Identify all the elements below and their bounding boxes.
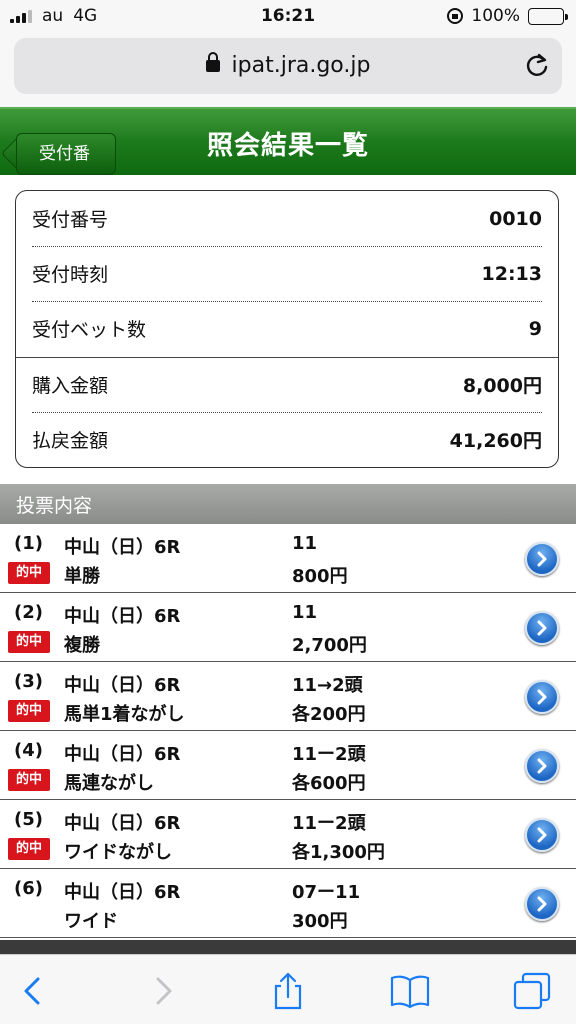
tabs-icon[interactable] bbox=[512, 971, 552, 1011]
bet-race: 中山（日）6R bbox=[64, 675, 181, 696]
back-button-label: 受付番号 bbox=[16, 133, 116, 204]
url-display[interactable]: ipat.jra.go.jp bbox=[14, 52, 562, 78]
bet-horse: 11→2頭 bbox=[292, 675, 363, 696]
payout-amount-value: 41,260円 bbox=[449, 430, 542, 452]
bet-horse: 11 bbox=[292, 602, 318, 623]
receipt-number-row: 受付番号 0010 bbox=[32, 191, 542, 246]
bet-number: (5) bbox=[14, 809, 43, 830]
chevron-right-icon[interactable] bbox=[525, 611, 559, 645]
bet-list-item[interactable]: (2) 中山（日）6R 11 的中 複勝 2,700円 bbox=[0, 593, 576, 662]
lock-icon bbox=[205, 52, 220, 72]
bet-amount: 各600円 bbox=[292, 773, 366, 794]
page-title: 照会結果一覧 bbox=[206, 131, 369, 161]
bet-race: 中山（日）6R bbox=[64, 606, 181, 627]
purchase-amount-row: 購入金額 8,000円 bbox=[32, 357, 542, 412]
hit-badge: 的中 bbox=[8, 700, 50, 722]
bet-list-item[interactable]: (3) 中山（日）6R 11→2頭 的中 馬単1着ながし 各200円 bbox=[0, 662, 576, 731]
bet-amount: 各200円 bbox=[292, 704, 366, 725]
back-icon[interactable] bbox=[14, 971, 54, 1011]
address-bar[interactable]: ipat.jra.go.jp bbox=[14, 38, 562, 94]
hit-badge: 的中 bbox=[8, 631, 50, 653]
bookmarks-icon[interactable] bbox=[390, 971, 430, 1011]
purchase-amount-label: 購入金額 bbox=[32, 375, 109, 397]
payout-amount-label: 払戻金額 bbox=[32, 430, 109, 452]
chevron-right-icon[interactable] bbox=[525, 680, 559, 714]
bet-list-item[interactable]: (6) 中山（日）6R 07ー11 ワイド 300円 bbox=[0, 869, 576, 938]
receipt-time-row: 受付時刻 12:13 bbox=[32, 246, 542, 301]
hit-badge: 的中 bbox=[8, 562, 50, 584]
chevron-right-icon[interactable] bbox=[525, 749, 559, 783]
battery-percent: 100% bbox=[471, 6, 520, 26]
chevron-right-icon[interactable] bbox=[525, 818, 559, 852]
bet-horse: 11ー2頭 bbox=[292, 813, 366, 834]
bet-amount: 300円 bbox=[292, 911, 348, 932]
receipt-time-value: 12:13 bbox=[481, 262, 542, 285]
bet-type: 馬単1着ながし bbox=[64, 704, 185, 725]
back-button[interactable]: 受付番号 bbox=[8, 121, 116, 204]
url-text: ipat.jra.go.jp bbox=[231, 53, 371, 78]
purchase-amount-value: 8,000円 bbox=[462, 375, 542, 397]
summary-card: 受付番号 0010 受付時刻 12:13 受付ベット数 9 購入金額 8,000… bbox=[15, 190, 559, 468]
bet-count-label: 受付ベット数 bbox=[32, 319, 147, 341]
page-footer-strip bbox=[0, 940, 576, 954]
bet-type: ワイド bbox=[64, 911, 118, 932]
chevron-right-icon[interactable] bbox=[525, 887, 559, 921]
bet-race: 中山（日）6R bbox=[64, 744, 181, 765]
bet-count-value: 9 bbox=[528, 317, 542, 340]
bet-race: 中山（日）6R bbox=[64, 813, 181, 834]
bet-type: ワイドながし bbox=[64, 842, 172, 863]
share-icon[interactable] bbox=[268, 971, 308, 1011]
receipt-time-label: 受付時刻 bbox=[32, 264, 109, 286]
bet-number: (3) bbox=[14, 671, 43, 692]
bet-race: 中山（日）6R bbox=[64, 537, 181, 558]
bet-horse: 11 bbox=[292, 533, 318, 554]
bet-type: 単勝 bbox=[64, 566, 100, 587]
bet-type: 複勝 bbox=[64, 635, 100, 656]
browser-toolbar bbox=[0, 954, 576, 1024]
bet-amount: 各1,300円 bbox=[292, 842, 385, 863]
status-right: 100% bbox=[447, 6, 568, 26]
battery-icon bbox=[528, 7, 568, 25]
hit-badge: 的中 bbox=[8, 769, 50, 791]
status-bar: au 4G 16:21 100% bbox=[0, 0, 576, 34]
reload-icon[interactable] bbox=[524, 52, 550, 78]
bet-horse: 07ー11 bbox=[292, 882, 361, 903]
orientation-lock-icon bbox=[447, 8, 464, 24]
bet-number: (6) bbox=[14, 878, 43, 899]
bet-number: (1) bbox=[14, 533, 43, 554]
page-header: 受付番号 照会結果一覧 bbox=[0, 107, 576, 204]
browser-chrome: ipat.jra.go.jp bbox=[0, 34, 576, 107]
hit-badge: 的中 bbox=[8, 838, 50, 860]
bet-amount: 2,700円 bbox=[292, 635, 367, 656]
forward-icon bbox=[156, 977, 172, 1005]
bet-amount: 800円 bbox=[292, 566, 348, 587]
bet-number: (4) bbox=[14, 740, 43, 761]
bet-count-row: 受付ベット数 9 bbox=[32, 301, 542, 356]
payout-amount-row: 払戻金額 41,260円 bbox=[32, 412, 542, 467]
bet-list-item[interactable]: (1) 中山（日）6R 11 的中 単勝 800円 bbox=[0, 524, 576, 593]
bet-list: (1) 中山（日）6R 11 的中 単勝 800円 (2) 中山（日）6R 11… bbox=[0, 524, 576, 938]
bet-number: (2) bbox=[14, 602, 43, 623]
bet-list-item[interactable]: (4) 中山（日）6R 11ー2頭 的中 馬連ながし 各600円 bbox=[0, 731, 576, 800]
chevron-right-icon[interactable] bbox=[525, 542, 559, 576]
bet-type: 馬連ながし bbox=[64, 773, 154, 794]
bet-list-item[interactable]: (5) 中山（日）6R 11ー2頭 的中 ワイドながし 各1,300円 bbox=[0, 800, 576, 869]
bet-race: 中山（日）6R bbox=[64, 882, 181, 903]
bet-horse: 11ー2頭 bbox=[292, 744, 366, 765]
receipt-number-value: 0010 bbox=[489, 207, 542, 230]
section-header: 投票内容 bbox=[0, 484, 576, 524]
